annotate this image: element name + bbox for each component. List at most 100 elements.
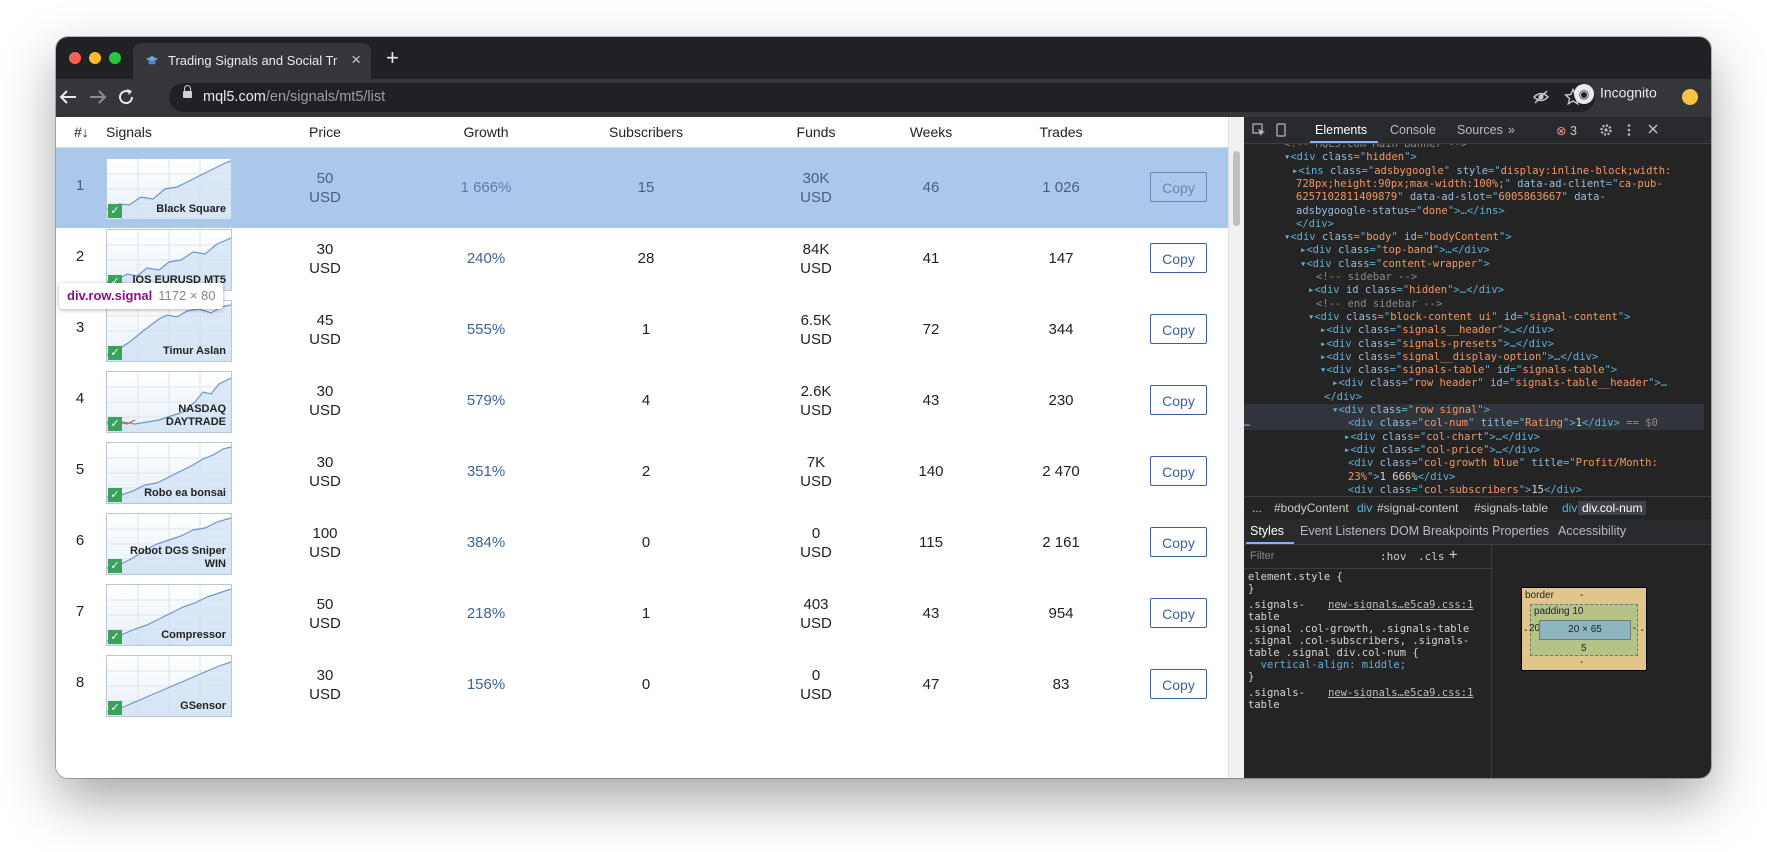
- url-text[interactable]: mql5.com/en/signals/mt5/list: [203, 89, 385, 105]
- cls-toggle[interactable]: .cls: [1418, 550, 1445, 563]
- tab-properties[interactable]: Properties: [1492, 524, 1549, 538]
- tab-dom-breakpoints[interactable]: DOM Breakpoints: [1390, 524, 1489, 538]
- dom-node-line[interactable]: ▸<div class="signals__header">…</div>: [1244, 324, 1704, 337]
- signal-chart-thumbnail[interactable]: ✓ Robot DGS Sniper WIN: [106, 513, 232, 575]
- dom-node-line[interactable]: </div>: [1244, 391, 1704, 404]
- dom-node-line[interactable]: 6257102811409879" data-ad-slot="60058636…: [1244, 191, 1704, 204]
- dom-node-line[interactable]: ▸<div class="signals-presets">…</div>: [1244, 338, 1704, 351]
- dom-node-line[interactable]: 728px;height:90px;max-width:100%;" data-…: [1244, 178, 1704, 191]
- dom-node-line[interactable]: ▸<div class="col-chart">…</div>: [1244, 431, 1704, 444]
- device-toolbar-icon[interactable]: [1274, 123, 1288, 140]
- inspect-element-icon[interactable]: [1252, 123, 1266, 140]
- tab-console[interactable]: Console: [1390, 123, 1436, 137]
- signal-name[interactable]: GSensor: [180, 700, 226, 713]
- breadcrumb-item[interactable]: div.col-num: [1578, 501, 1647, 515]
- more-tabs-icon[interactable]: »: [1508, 123, 1515, 137]
- error-badge[interactable]: ⊗ 3: [1556, 123, 1577, 138]
- header-trades[interactable]: Trades: [1011, 124, 1111, 140]
- dom-tree[interactable]: <!-- MQL5.com Main Banner --> ▾<div class…: [1244, 144, 1704, 496]
- copy-button[interactable]: Copy: [1150, 527, 1207, 557]
- new-tab-button[interactable]: +: [386, 45, 399, 71]
- back-icon[interactable]: [56, 85, 80, 115]
- signal-name[interactable]: Black Square: [156, 203, 226, 216]
- extension-icon[interactable]: [1682, 89, 1698, 105]
- tab-close-icon[interactable]: ×: [351, 50, 361, 70]
- box-model-padding[interactable]: padding 10 20 - 5 20 × 65: [1529, 604, 1638, 656]
- lock-icon[interactable]: [183, 85, 192, 98]
- copy-button[interactable]: Copy: [1150, 243, 1207, 273]
- tab-event-listeners[interactable]: Event Listeners: [1300, 524, 1386, 538]
- dom-node-line[interactable]: <!-- MQL5.com Main Banner -->: [1244, 144, 1704, 151]
- pane-divider[interactable]: [1491, 545, 1492, 778]
- tab-elements[interactable]: Elements: [1315, 123, 1367, 137]
- table-row[interactable]: 2 ✓ IOS EURUSD MT5 30 USD 240% 28 84K USD 41 147 Co…: [56, 219, 1228, 291]
- dom-node-line[interactable]: … <div class="col-num" title="Rating">1</…: [1244, 417, 1704, 431]
- table-row[interactable]: 1 ✓ Black Square 50 USD 1 666% 15 30K USD 46 1 026…: [56, 148, 1228, 228]
- table-row[interactable]: 4 ✓ NASDAQ DAYTRADE 30 USD 579% 4 2.6K USD 43 230 C…: [56, 361, 1228, 433]
- eye-off-icon[interactable]: [1532, 88, 1550, 111]
- breadcrumb-item[interactable]: #signals-table: [1474, 501, 1548, 515]
- dom-node-line[interactable]: ▾<div class="block-content ui" id="signa…: [1244, 311, 1704, 324]
- copy-button[interactable]: Copy: [1150, 172, 1207, 202]
- browser-tab[interactable]: Trading Signals and Social Trading ×: [133, 43, 371, 79]
- dom-node-line[interactable]: ▸<div class="top-band">…</div>: [1244, 244, 1704, 257]
- dom-node-line[interactable]: ▸<div class="signal__display-option">…</…: [1244, 351, 1704, 364]
- close-devtools-icon[interactable]: [1647, 123, 1659, 138]
- kebab-menu-icon[interactable]: [1626, 123, 1632, 140]
- dom-node-line[interactable]: ▾<div class="content-wrapper">: [1244, 258, 1704, 271]
- page-scrollbar-thumb[interactable]: [1233, 151, 1240, 226]
- incognito-profile[interactable]: ◉ Incognito: [1574, 84, 1657, 104]
- tab-sources[interactable]: Sources: [1457, 123, 1503, 137]
- copy-button[interactable]: Copy: [1150, 385, 1207, 415]
- stylesheet-link[interactable]: new-signals…e5ca9.css:1: [1328, 599, 1473, 612]
- dom-node-line[interactable]: 23%">1 666%</div>: [1244, 471, 1704, 484]
- box-model-content[interactable]: 20 × 65: [1539, 620, 1631, 640]
- header-weeks[interactable]: Weeks: [881, 124, 981, 140]
- header-growth[interactable]: Growth: [426, 124, 546, 140]
- dom-node-line[interactable]: ▾<div class="signals-table" id="signals-…: [1244, 364, 1704, 377]
- signal-name[interactable]: Robot DGS Sniper WIN: [122, 545, 226, 571]
- maximize-window-dot[interactable]: [109, 52, 121, 64]
- dom-node-line[interactable]: ▸<div class="col-price">…</div>: [1244, 444, 1704, 457]
- styles-filter-input[interactable]: Filter: [1250, 550, 1274, 562]
- signal-chart-thumbnail[interactable]: ✓ Black Square: [106, 158, 232, 220]
- dom-node-line[interactable]: <div class="col-growth blue" title="Prof…: [1244, 457, 1704, 470]
- table-row[interactable]: 8 ✓ GSensor 30 USD 156% 0 0 USD 47 83 Copy: [56, 645, 1228, 717]
- breadcrumb-item[interactable]: div: [1357, 501, 1372, 515]
- dom-node-line[interactable]: <!-- end sidebar -->: [1244, 298, 1704, 311]
- breadcrumb-item[interactable]: #signal-content: [1377, 501, 1458, 515]
- dom-node-line[interactable]: ▾<div class="row signal">: [1244, 404, 1704, 417]
- copy-button[interactable]: Copy: [1150, 314, 1207, 344]
- breadcrumb-item[interactable]: #bodyContent: [1274, 501, 1349, 515]
- close-window-dot[interactable]: [69, 52, 81, 64]
- signal-chart-thumbnail[interactable]: ✓ Robo ea bonsai: [106, 442, 232, 504]
- dom-node-line[interactable]: adsbygoogle-status="done">…</ins>: [1244, 205, 1704, 218]
- header-price[interactable]: Price: [285, 124, 365, 140]
- dom-node-line[interactable]: </div>: [1244, 218, 1704, 231]
- signal-name[interactable]: Timur Aslan: [163, 345, 226, 358]
- stylesheet-link[interactable]: new-signals…e5ca9.css:1: [1328, 687, 1473, 700]
- breadcrumb-item[interactable]: div: [1562, 501, 1577, 515]
- table-row[interactable]: 3 ✓ Timur Aslan 45 USD 555% 1 6.5K USD 72 344 Copy: [56, 290, 1228, 362]
- header-funds[interactable]: Funds: [756, 124, 876, 140]
- hov-toggle[interactable]: :hov: [1380, 550, 1407, 563]
- reload-icon[interactable]: [114, 85, 138, 115]
- minimize-window-dot[interactable]: [89, 52, 101, 64]
- tab-styles[interactable]: Styles: [1250, 524, 1284, 538]
- dom-node-line[interactable]: ▸<div class="row header" id="signals-tab…: [1244, 377, 1704, 390]
- header-signals[interactable]: Signals: [106, 124, 152, 140]
- signal-chart-thumbnail[interactable]: ✓ Timur Aslan: [106, 300, 232, 362]
- dom-node-line[interactable]: ▸<div id class="hidden">…</div>: [1244, 284, 1704, 297]
- signal-name[interactable]: Robo ea bonsai: [144, 487, 226, 500]
- copy-button[interactable]: Copy: [1150, 456, 1207, 486]
- table-row[interactable]: 7 ✓ Compressor 50 USD 218% 1 403 USD 43 954 Copy: [56, 574, 1228, 646]
- box-model-border[interactable]: border - - - - padding 10 20 - 5 20 × 65: [1521, 587, 1647, 671]
- table-row[interactable]: 6 ✓ Robot DGS Sniper WIN 100 USD 384% 0 0 USD 115…: [56, 503, 1228, 575]
- signal-chart-thumbnail[interactable]: ✓ IOS EURUSD MT5: [106, 229, 232, 291]
- signal-chart-thumbnail[interactable]: ✓ GSensor: [106, 655, 232, 717]
- add-style-rule-icon[interactable]: +: [1449, 547, 1457, 563]
- forward-icon[interactable]: [86, 85, 110, 115]
- copy-button[interactable]: Copy: [1150, 598, 1207, 628]
- header-subscribers[interactable]: Subscribers: [586, 124, 706, 140]
- dom-node-line[interactable]: <div class="col-subscribers">15</div>: [1244, 484, 1704, 496]
